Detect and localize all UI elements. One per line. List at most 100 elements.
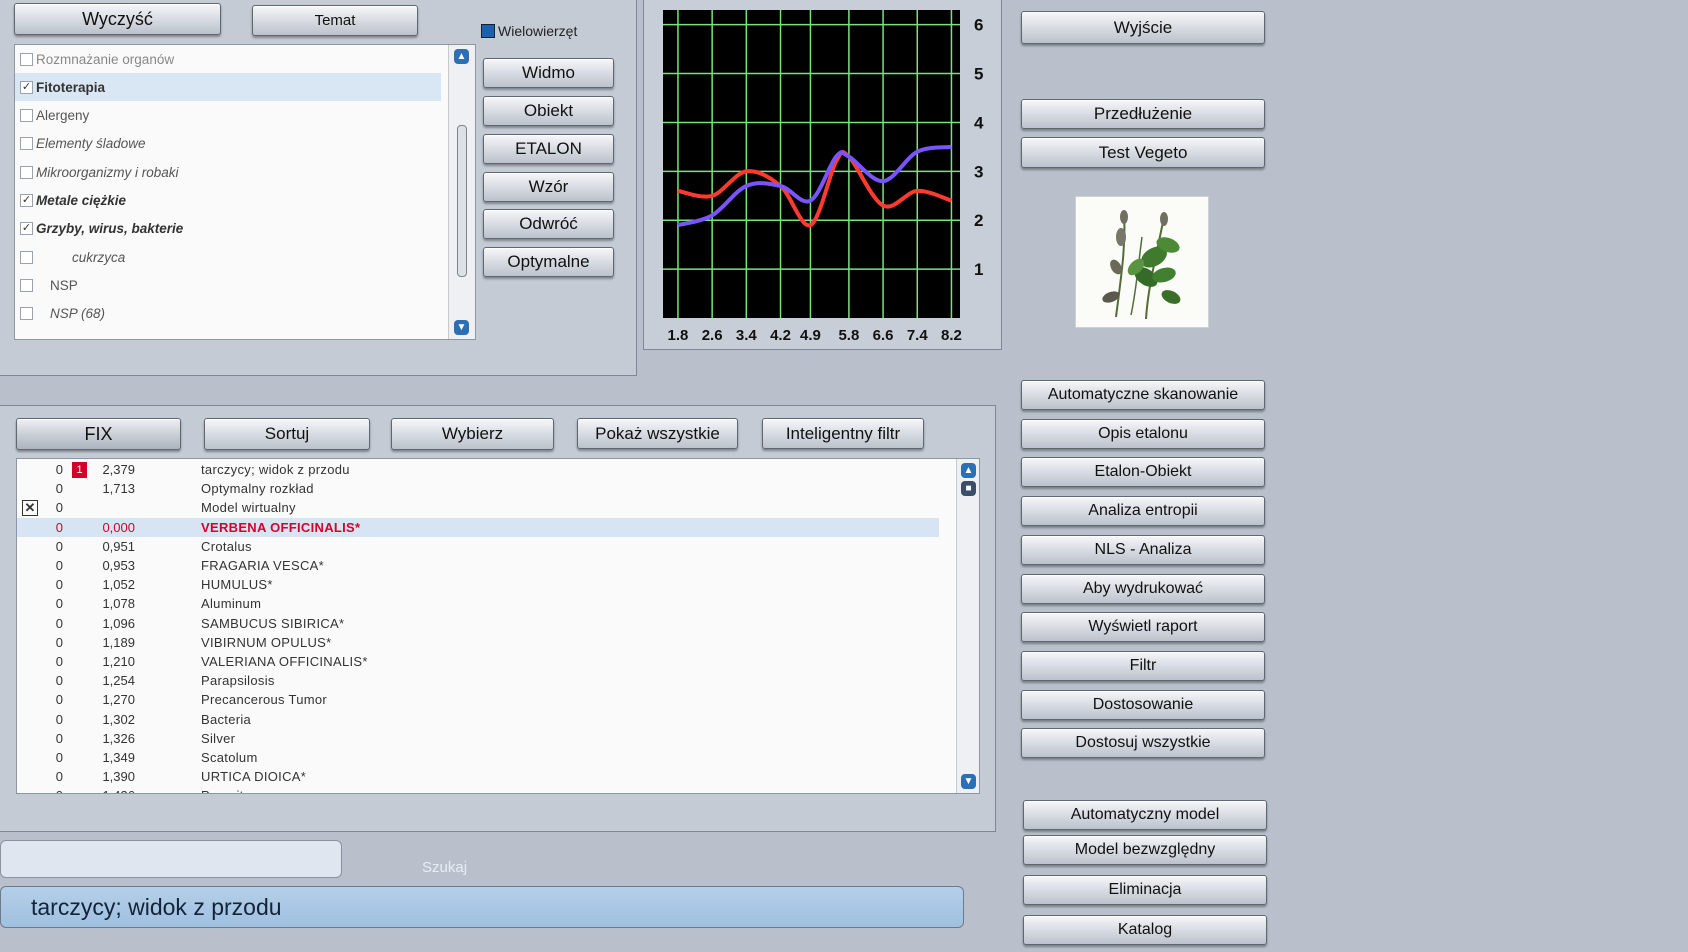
right-action-button[interactable]: NLS - Analiza — [1021, 534, 1265, 565]
right-action-button[interactable]: Wyświetl raport — [1021, 612, 1265, 643]
checkbox-icon[interactable] — [20, 307, 33, 321]
table-row[interactable]: 0 1,189 VIBIRNUM OPULUS* — [17, 633, 939, 652]
right-action-button[interactable]: Etalon-Obiekt — [1021, 457, 1265, 488]
category-item[interactable]: NSP — [15, 271, 441, 299]
row-value: 2,379 — [102, 462, 135, 477]
category-item[interactable]: cukrzyca — [15, 243, 441, 271]
category-label: Mikroorganizmy i robaki — [36, 164, 179, 180]
show-all-button[interactable]: Pokaż wszystkie — [577, 418, 738, 449]
table-row[interactable]: 0 0,953 FRAGARIA VESCA* — [17, 556, 939, 575]
results-scrollbar[interactable]: ▲ ■ ▼ — [956, 459, 979, 793]
category-item[interactable]: ✓ Metale ciężkie — [15, 187, 441, 215]
chart-x-tick-label: 4.9 — [800, 327, 821, 344]
table-row[interactable]: 0 1,713 Optymalny rozkład — [17, 479, 939, 498]
search-button[interactable]: Szukaj — [422, 859, 467, 876]
right-action-button[interactable]: Opis etalonu — [1021, 418, 1265, 449]
scroll-down-icon[interactable]: ▼ — [454, 320, 469, 335]
scroll-thumb[interactable] — [457, 125, 467, 277]
checkbox-icon[interactable] — [20, 137, 33, 151]
table-row[interactable]: 0 0,000 VERBENA OFFICINALIS* — [17, 517, 939, 537]
spectrum-button[interactable]: Widmo — [483, 58, 614, 88]
table-row[interactable]: 0 1 2,379 tarczycy; widok z przodu — [17, 460, 939, 479]
table-row[interactable]: 0 1,326 Silver — [17, 729, 939, 748]
row-count: 0 — [55, 577, 63, 593]
category-list-scrollbar[interactable]: ▲ ▼ — [448, 45, 475, 339]
table-row[interactable]: 0 1,078 Aluminum — [17, 594, 939, 613]
checkbox-icon[interactable] — [20, 52, 33, 66]
row-value: 1,270 — [102, 692, 135, 708]
right-action-button[interactable]: Analiza entropii — [1021, 496, 1265, 527]
row-count: 0 — [55, 692, 63, 708]
table-row[interactable]: 0 1,096 SAMBUCUS SIBIRICA* — [17, 614, 939, 633]
row-name: Crotalus — [201, 538, 252, 554]
scroll-thumb-icon[interactable]: ■ — [961, 481, 976, 496]
scroll-up-icon[interactable]: ▲ — [454, 49, 469, 64]
category-item[interactable]: Mikroorganizmy i robaki — [15, 158, 441, 186]
exit-button[interactable]: Wyjście — [1021, 11, 1265, 44]
table-row[interactable]: 0 1,349 Scatolum — [17, 748, 939, 767]
row-value: 1,436 — [77, 788, 135, 793]
category-item[interactable]: NSP (68) — [15, 300, 441, 328]
checkbox-x-icon[interactable]: ✕ — [22, 500, 38, 517]
right-model-button[interactable]: Eliminacja — [1023, 875, 1267, 905]
checkbox-icon — [481, 24, 495, 38]
row-count: 0 — [39, 788, 63, 793]
object-button[interactable]: Obiekt — [483, 96, 614, 126]
table-row[interactable]: 0 1,210 VALERIANA OFFICINALIS* — [17, 652, 939, 671]
checkbox-icon[interactable] — [20, 165, 33, 179]
checkbox-icon[interactable] — [20, 109, 33, 123]
checkbox-checked-icon[interactable]: ✓ — [20, 222, 33, 236]
fix-button[interactable]: FIX — [16, 418, 181, 450]
right-action-button[interactable]: Dostosowanie — [1021, 689, 1265, 720]
category-list[interactable]: Rozmnażanie organów ✓ Fitoterapia Alergeny E… — [14, 44, 476, 340]
table-row[interactable]: 0 1,052 HUMULUS* — [17, 575, 939, 594]
right-action-button[interactable]: Dostosuj wszystkie — [1021, 728, 1265, 759]
theme-button[interactable]: Temat — [252, 5, 418, 36]
clear-button[interactable]: Wyczyść — [14, 3, 221, 35]
checkbox-icon[interactable] — [20, 250, 33, 264]
category-item[interactable]: Elementy śladowe — [15, 130, 441, 158]
pattern-button[interactable]: Wzór — [483, 172, 614, 202]
right-action-button[interactable]: Filtr — [1021, 650, 1265, 681]
select-button[interactable]: Wybierz — [391, 418, 554, 450]
sort-button[interactable]: Sortuj — [204, 418, 370, 450]
category-item[interactable]: ✓ Fitoterapia — [15, 73, 441, 102]
chart-x-tick-label: 7.4 — [907, 327, 929, 344]
row-value: 1,713 — [102, 481, 135, 497]
category-label: Metale ciężkie — [36, 193, 127, 208]
right-action-button[interactable]: Aby wydrukować — [1021, 573, 1265, 604]
table-row[interactable]: 0 1,254 Parapsilosis — [17, 671, 939, 690]
row-count: 0 — [55, 558, 63, 573]
row-count: 0 — [55, 750, 63, 765]
checkbox-checked-icon[interactable]: ✓ — [20, 80, 33, 94]
results-table[interactable]: 0 1 2,379 tarczycy; widok z przodu 0 1,713 Opt… — [16, 458, 980, 794]
table-row[interactable]: 0 1,390 URTICA DIOICA* — [17, 767, 939, 786]
category-item[interactable]: ✓ Grzyby, wirus, bakterie — [15, 215, 441, 243]
category-item[interactable]: Rozmnażanie organów — [15, 45, 441, 73]
extension-button[interactable]: Przedłużenie — [1021, 99, 1265, 129]
table-row[interactable]: ✕ 0 Model wirtualny — [17, 498, 939, 517]
table-row[interactable]: 0 0,951 Crotalus — [17, 537, 939, 556]
status-bar: tarczycy; widok z przodu — [0, 886, 964, 928]
invert-button[interactable]: Odwróć — [483, 209, 614, 239]
optimal-button[interactable]: Optymalne — [483, 247, 614, 277]
checkbox-checked-icon[interactable]: ✓ — [20, 194, 33, 207]
category-item[interactable]: Alergeny — [15, 102, 441, 130]
right-model-button[interactable]: Katalog — [1023, 915, 1267, 945]
smart-filter-button[interactable]: Inteligentny filtr — [762, 418, 924, 449]
scroll-up-icon[interactable]: ▲ — [961, 463, 976, 478]
scroll-down-icon[interactable]: ▼ — [961, 774, 976, 789]
table-row[interactable]: 0 1,302 Bacteria — [17, 710, 939, 729]
right-model-button[interactable]: Automatyczny model — [1023, 800, 1267, 830]
row-name: VALERIANA OFFICINALIS* — [201, 654, 368, 669]
right-action-button[interactable]: Automatyczne skanowanie — [1021, 380, 1265, 410]
table-row[interactable]: 0 1,436 Parasites — [17, 786, 939, 793]
right-model-button[interactable]: Model bezwzględny — [1023, 835, 1267, 865]
etalon-button[interactable]: ETALON — [483, 134, 614, 164]
row-count: 0 — [55, 730, 63, 746]
search-input[interactable] — [0, 840, 342, 878]
checkbox-icon[interactable] — [20, 278, 33, 292]
multi-animal-checkbox[interactable]: Wielowierzęt — [481, 23, 577, 39]
table-row[interactable]: 0 1,270 Precancerous Tumor — [17, 690, 939, 709]
vegeto-test-button[interactable]: Test Vegeto — [1021, 137, 1265, 168]
